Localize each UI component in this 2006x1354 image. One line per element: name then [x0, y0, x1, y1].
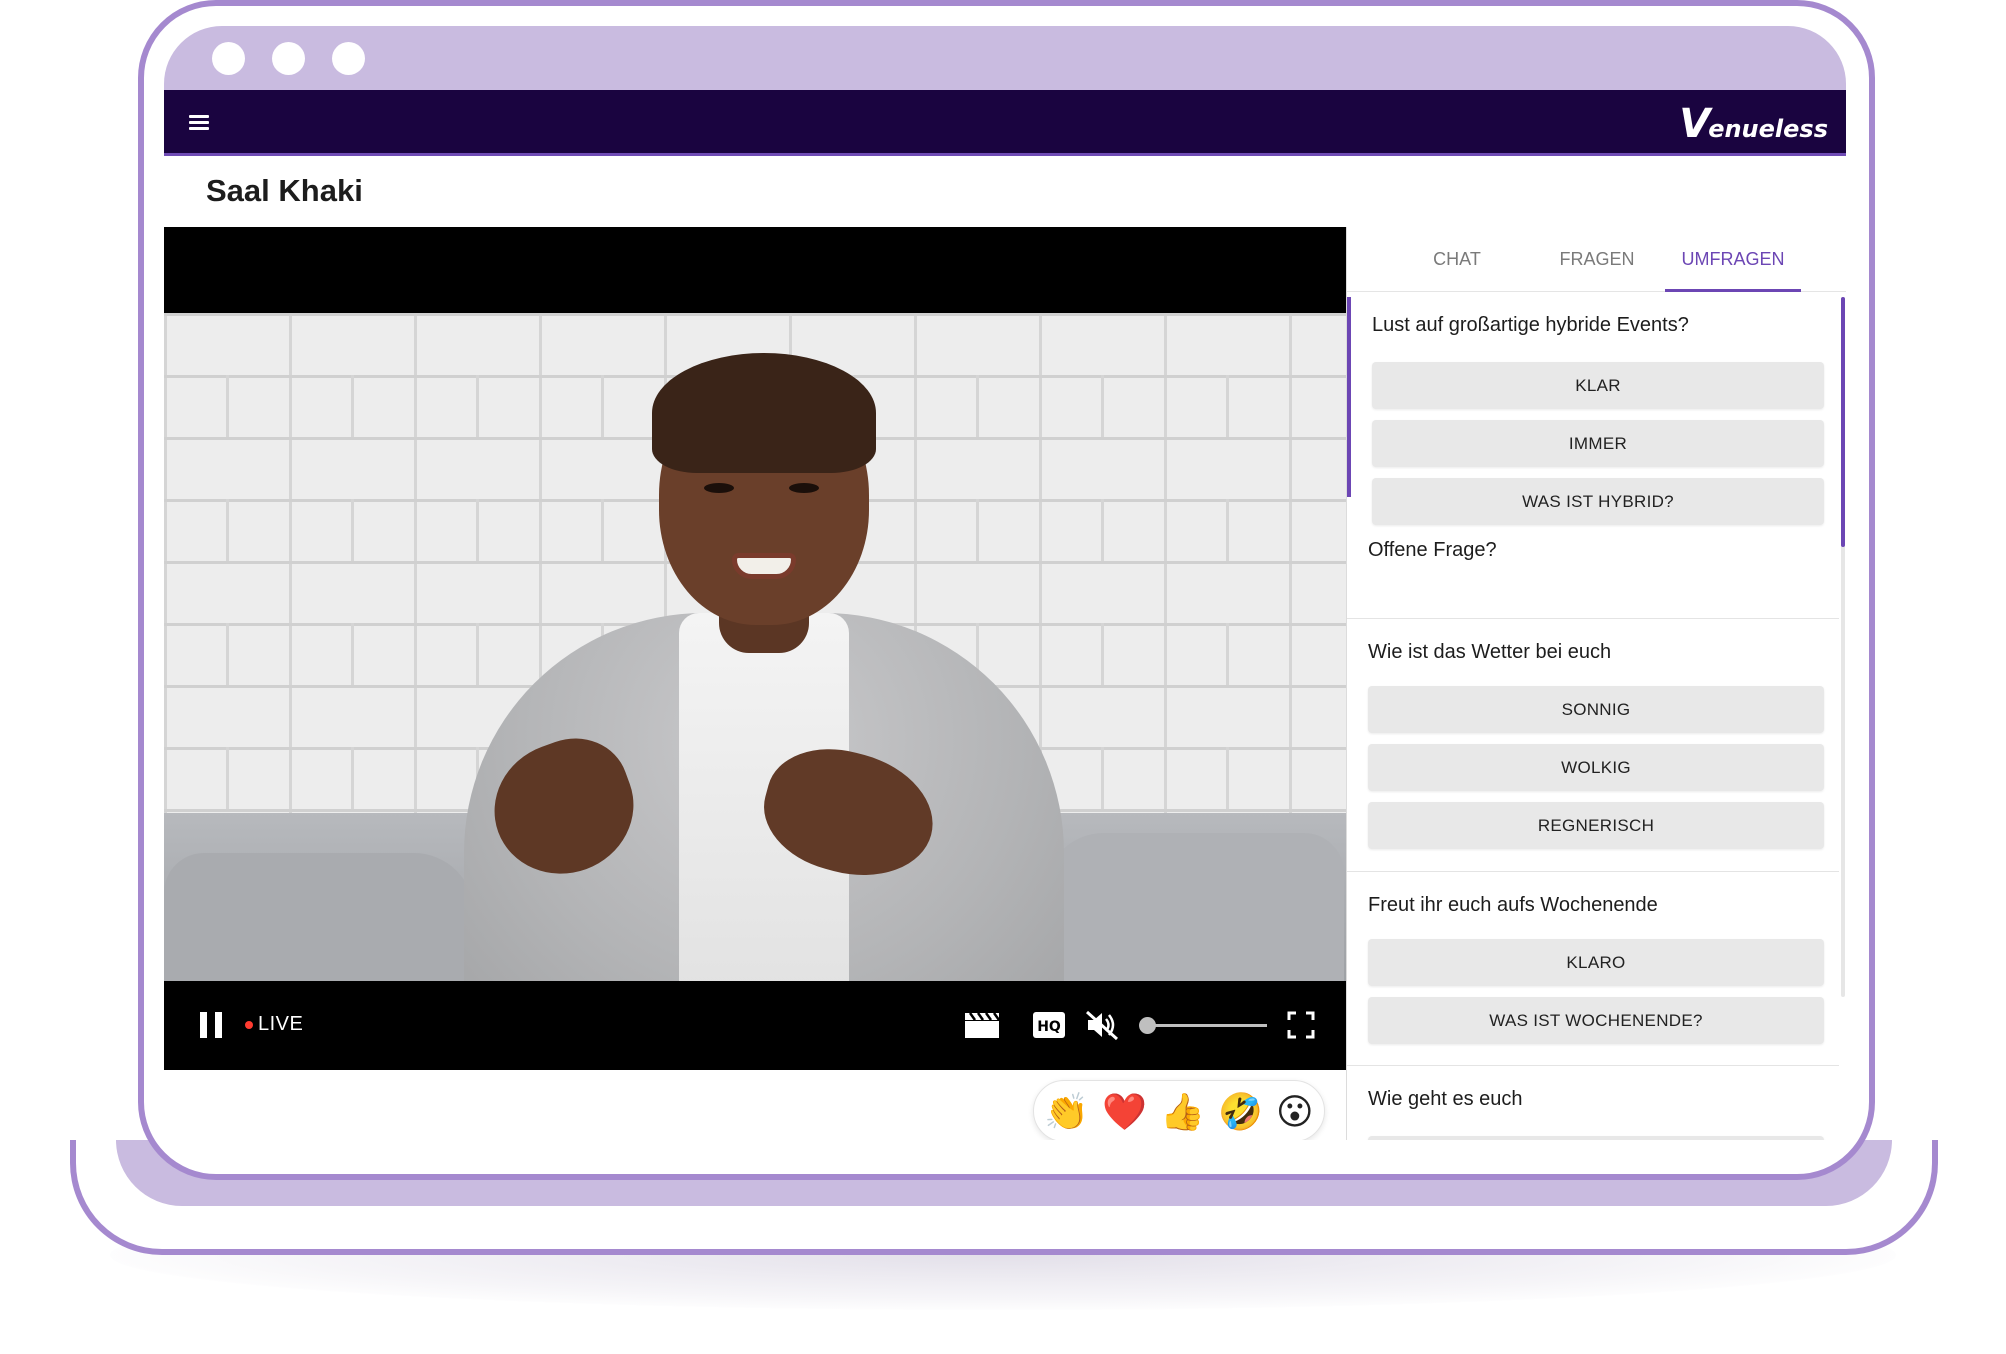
poll-question: Wie geht es euch	[1368, 1088, 1523, 1110]
app-header: V enueless	[164, 90, 1846, 156]
reaction-thumbs-up-icon[interactable]: 👍	[1160, 1092, 1205, 1132]
poll-option[interactable]: Was ist Wochenende?	[1368, 997, 1824, 1044]
mute-icon[interactable]	[1084, 1009, 1120, 1041]
poll-question: Lust auf großartige hybride Events?	[1372, 314, 1689, 336]
clapper-icon[interactable]	[964, 1011, 1001, 1039]
live-indicator-dot	[245, 1021, 253, 1029]
sidebar: CHAT FRAGEN UMFRAGEN Lust auf großartige…	[1346, 227, 1846, 1140]
reaction-clap-icon[interactable]: 👏	[1044, 1092, 1089, 1132]
poll-option[interactable]: Klaro	[1368, 939, 1824, 986]
poll-option[interactable]: Wolkig	[1368, 744, 1824, 791]
poll-item: Lust auf großartige hybride Events? Klar…	[1347, 297, 1839, 525]
page-title: Saal Khaki	[206, 173, 363, 208]
window-dot-1	[212, 42, 245, 75]
tab-active-indicator	[1665, 289, 1801, 292]
sidebar-scrollbar[interactable]	[1841, 297, 1845, 997]
tab-chat[interactable]: CHAT	[1402, 227, 1512, 292]
poll-item: Wie ist das Wetter bei euch Sonnig Wolki…	[1347, 619, 1839, 879]
reaction-heart-icon[interactable]: ❤️	[1102, 1092, 1147, 1132]
hamburger-menu-icon[interactable]	[186, 110, 212, 136]
reactions-bar: 👏 ❤️ 👍 🤣 😮	[1033, 1080, 1325, 1140]
window-dot-3	[332, 42, 365, 75]
volume-knob[interactable]	[1139, 1017, 1156, 1034]
live-label: LIVE	[258, 1013, 304, 1035]
app-screen: V enueless Saal Khaki LIVE HQ 👏 ❤️ 👍 🤣 😮…	[164, 90, 1846, 1140]
window-dot-2	[272, 42, 305, 75]
video-player[interactable]: LIVE HQ	[164, 227, 1346, 1070]
poll-option[interactable]: Klar	[1372, 362, 1824, 409]
poll-item: Wie geht es euch	[1347, 1066, 1839, 1140]
poll-question: Wie ist das Wetter bei euch	[1368, 641, 1612, 663]
tab-umfragen[interactable]: UMFRAGEN	[1665, 227, 1801, 292]
svg-text:HQ: HQ	[1037, 1019, 1061, 1035]
poll-item: Freut ihr euch aufs Wochenende Klaro Was…	[1347, 872, 1839, 1062]
reaction-rofl-icon[interactable]: 🤣	[1218, 1092, 1263, 1132]
poll-option[interactable]: Sonnig	[1368, 686, 1824, 733]
pause-icon[interactable]	[200, 1012, 224, 1038]
hq-icon[interactable]: HQ	[1032, 1011, 1066, 1039]
sidebar-scroll-thumb[interactable]	[1841, 297, 1845, 547]
poll-option[interactable]: Was ist hybrid?	[1372, 478, 1824, 525]
video-frame	[164, 313, 1346, 981]
tab-fragen[interactable]: FRAGEN	[1542, 227, 1652, 292]
sidebar-tabs: CHAT FRAGEN UMFRAGEN	[1347, 227, 1846, 292]
fullscreen-icon[interactable]	[1287, 1011, 1315, 1039]
venueless-logo: V enueless	[1679, 101, 1828, 147]
volume-slider[interactable]	[1139, 1017, 1267, 1034]
window-top-bar	[164, 26, 1846, 90]
poll-option-partial[interactable]	[1368, 1136, 1824, 1140]
poll-question: Offene Frage?	[1368, 539, 1497, 561]
video-controls: LIVE HQ	[164, 981, 1346, 1070]
reaction-surprised-icon[interactable]: 😮	[1276, 1092, 1314, 1132]
poll-question: Freut ihr euch aufs Wochenende	[1368, 894, 1658, 916]
poll-option[interactable]: Immer	[1372, 420, 1824, 467]
poll-item: Offene Frage?	[1347, 527, 1839, 627]
poll-option[interactable]: Regnerisch	[1368, 802, 1824, 849]
